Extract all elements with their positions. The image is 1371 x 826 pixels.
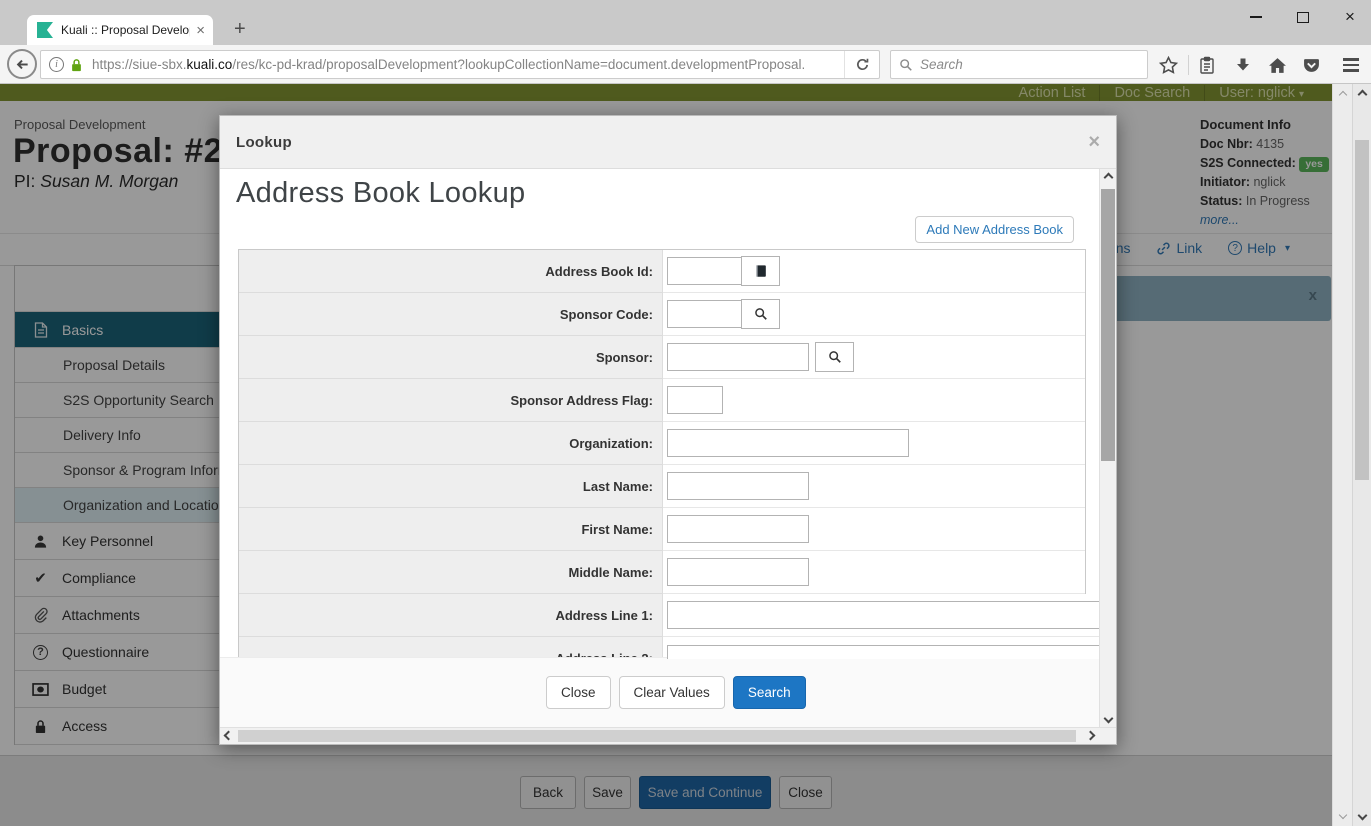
home-icon bbox=[1268, 57, 1286, 73]
pocket-icon bbox=[1303, 58, 1319, 72]
toolbar-separator bbox=[1188, 55, 1189, 75]
bookmark-star-button[interactable] bbox=[1157, 54, 1179, 76]
info-icon[interactable]: i bbox=[49, 57, 64, 72]
modal-header: Lookup × bbox=[220, 116, 1116, 169]
star-icon bbox=[1158, 55, 1178, 74]
sponsor-address-flag-input[interactable] bbox=[667, 386, 723, 414]
scroll-down-icon[interactable] bbox=[1103, 713, 1113, 724]
address-line-1-input[interactable] bbox=[667, 601, 1104, 629]
url-text: https://siue-sbx.kuali.co/res/kc-pd-krad… bbox=[92, 57, 806, 72]
search-icon bbox=[828, 350, 842, 364]
scroll-left-icon[interactable] bbox=[223, 730, 234, 741]
search-icon bbox=[754, 307, 768, 321]
field-row-sponsor-address-flag: Sponsor Address Flag: bbox=[239, 379, 1085, 422]
field-row-middle-name: Middle Name: bbox=[239, 551, 1085, 594]
tab-title: Kuali :: Proposal Developme bbox=[61, 23, 190, 37]
clipboard-icon bbox=[1200, 56, 1214, 74]
window-titlebar: Kuali :: Proposal Developme × + × bbox=[0, 0, 1371, 45]
new-tab-button[interactable]: + bbox=[234, 18, 246, 41]
first-name-input[interactable] bbox=[667, 515, 809, 543]
field-row-last-name: Last Name: bbox=[239, 465, 1085, 508]
address-line-2-input[interactable] bbox=[667, 644, 1104, 659]
lookup-modal: Lookup × Address Book Lookup Add New Add… bbox=[219, 115, 1117, 745]
bookmarks-menu-button[interactable] bbox=[1196, 54, 1218, 76]
modal-search-button[interactable]: Search bbox=[732, 676, 806, 709]
browser-search-box[interactable] bbox=[890, 50, 1148, 79]
modal-header-title: Lookup bbox=[236, 133, 292, 151]
last-name-input[interactable] bbox=[667, 472, 809, 500]
scroll-up-icon[interactable] bbox=[1103, 172, 1113, 183]
window-close-button[interactable]: × bbox=[1340, 7, 1360, 27]
scroll-down-icon[interactable] bbox=[1338, 810, 1347, 820]
tab-close-icon[interactable]: × bbox=[196, 22, 205, 39]
field-row-sponsor-code: Sponsor Code: bbox=[239, 293, 1085, 336]
sponsor-search-button[interactable] bbox=[815, 342, 854, 372]
scroll-right-icon[interactable] bbox=[1085, 730, 1096, 741]
field-row-sponsor: Sponsor: bbox=[239, 336, 1085, 379]
scroll-up-icon[interactable] bbox=[1338, 90, 1347, 100]
middle-name-input[interactable] bbox=[667, 558, 809, 586]
minimize-icon bbox=[1250, 16, 1262, 18]
sponsor-input[interactable] bbox=[667, 343, 809, 371]
scroll-down-icon[interactable] bbox=[1357, 810, 1367, 821]
reload-icon bbox=[856, 58, 868, 71]
modal-close-icon[interactable]: × bbox=[1088, 131, 1100, 154]
reload-button[interactable] bbox=[844, 51, 879, 78]
maximize-icon bbox=[1297, 11, 1309, 23]
modal-close-button[interactable]: Close bbox=[546, 676, 611, 709]
page-scrollbar[interactable] bbox=[1332, 84, 1352, 826]
scrollbar-thumb[interactable] bbox=[1101, 189, 1115, 461]
window-minimize-button[interactable] bbox=[1246, 7, 1266, 27]
kuali-favicon bbox=[37, 22, 53, 38]
url-bar[interactable]: i https://siue-sbx.kuali.co/res/kc-pd-kr… bbox=[40, 50, 880, 79]
back-arrow-icon bbox=[16, 59, 28, 69]
pocket-button[interactable] bbox=[1300, 54, 1322, 76]
sponsor-code-search-button[interactable] bbox=[741, 299, 780, 329]
add-new-address-book-button[interactable]: Add New Address Book bbox=[915, 216, 1074, 243]
scrollbar-thumb[interactable] bbox=[1355, 140, 1369, 480]
modal-content: Address Book Lookup Add New Address Book… bbox=[220, 169, 1116, 659]
book-icon bbox=[754, 264, 768, 278]
clear-values-button[interactable]: Clear Values bbox=[618, 676, 725, 709]
download-icon bbox=[1237, 58, 1249, 71]
organization-input[interactable] bbox=[667, 429, 909, 457]
modal-footer: Close Clear Values Search bbox=[220, 657, 1116, 727]
modal-horizontal-scrollbar[interactable] bbox=[220, 727, 1116, 744]
search-input[interactable] bbox=[920, 57, 1147, 72]
https-lock-icon[interactable] bbox=[70, 58, 83, 72]
search-icon bbox=[899, 58, 913, 72]
field-row-organization: Organization: bbox=[239, 422, 1085, 465]
sponsor-code-input[interactable] bbox=[667, 300, 742, 328]
address-book-id-input[interactable] bbox=[667, 257, 742, 285]
lookup-criteria-table: Address Book Id: Sponsor Code: Sponsor: bbox=[238, 249, 1104, 659]
field-row-address-line-1: Address Line 1: bbox=[239, 594, 1104, 637]
hamburger-icon bbox=[1343, 58, 1359, 72]
browser-tab[interactable]: Kuali :: Proposal Developme × bbox=[27, 15, 213, 45]
downloads-button[interactable] bbox=[1232, 54, 1254, 76]
back-nav-button[interactable] bbox=[7, 49, 37, 79]
menu-button[interactable] bbox=[1340, 54, 1362, 76]
lookup-title: Address Book Lookup bbox=[236, 177, 526, 209]
field-row-address-line-2: Address Line 2: bbox=[239, 637, 1104, 659]
browser-navbar: i https://siue-sbx.kuali.co/res/kc-pd-kr… bbox=[0, 45, 1371, 84]
scrollbar-thumb[interactable] bbox=[238, 730, 1076, 742]
browser-scrollbar[interactable] bbox=[1352, 84, 1371, 826]
modal-vertical-scrollbar[interactable] bbox=[1099, 169, 1116, 727]
address-book-lookup-button[interactable] bbox=[741, 256, 780, 286]
scroll-up-icon[interactable] bbox=[1357, 89, 1367, 100]
field-row-address-book-id: Address Book Id: bbox=[239, 250, 1085, 293]
window-maximize-button[interactable] bbox=[1293, 7, 1313, 27]
field-row-first-name: First Name: bbox=[239, 508, 1085, 551]
home-button[interactable] bbox=[1266, 54, 1288, 76]
